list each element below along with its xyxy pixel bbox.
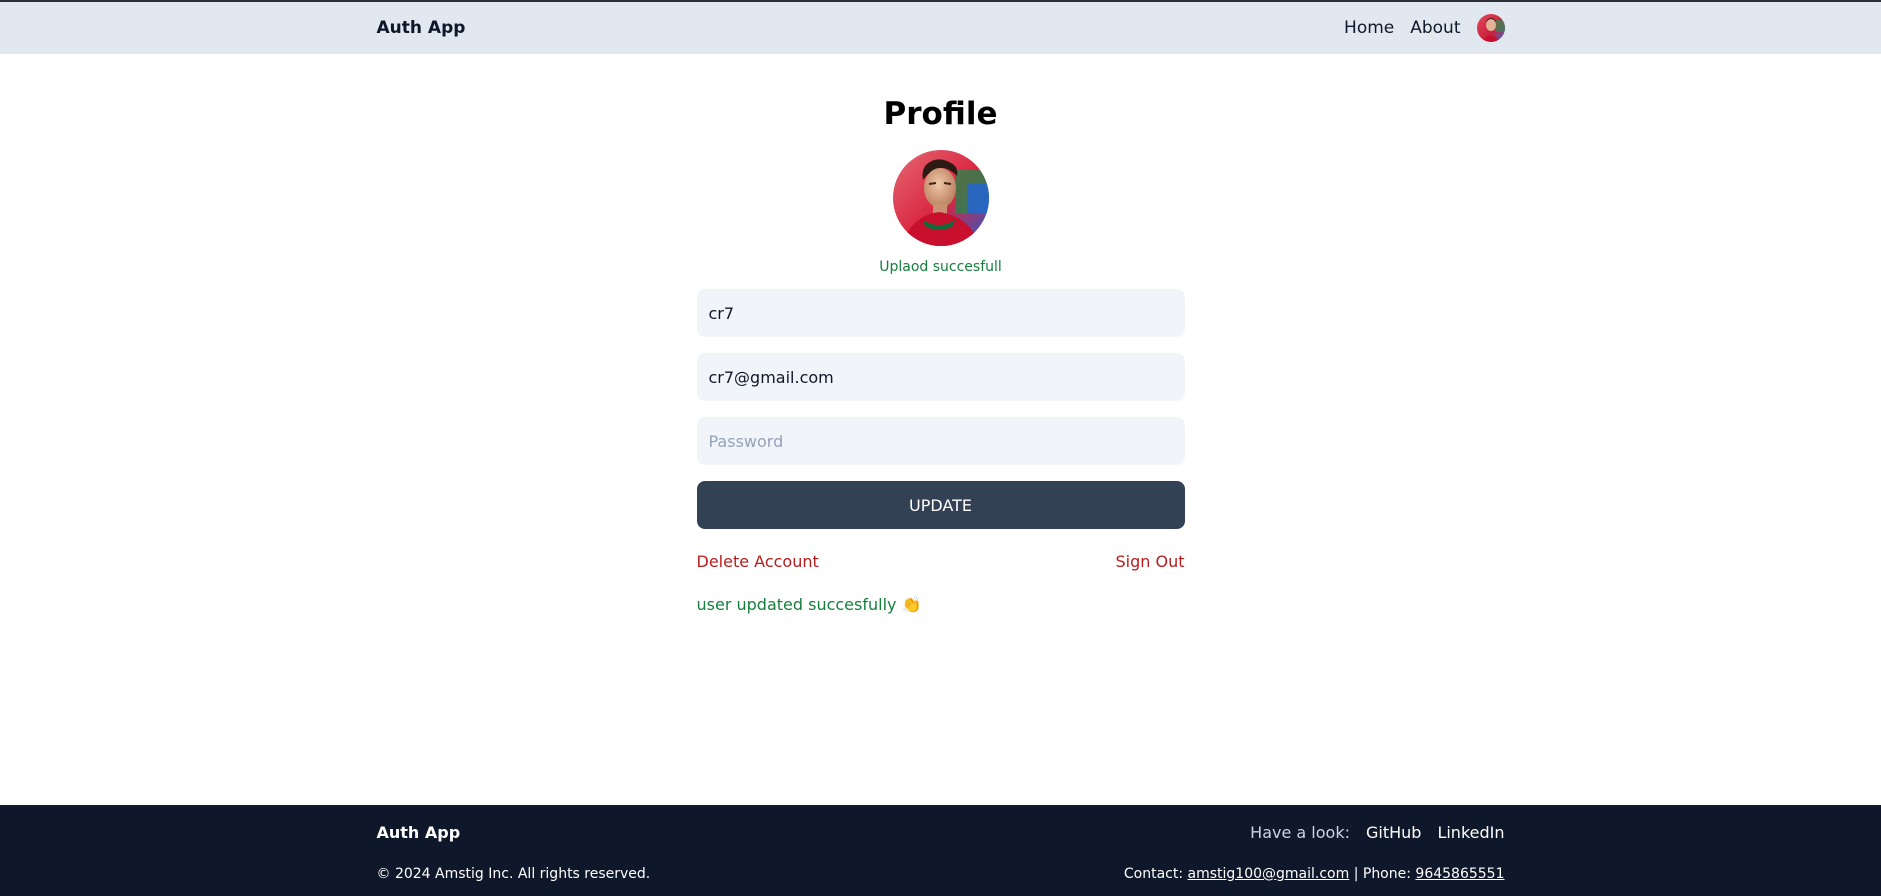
update-button[interactable]: UPDATE [696, 481, 1185, 529]
nav-home-link[interactable]: Home [1344, 18, 1394, 38]
contact-email-link[interactable]: amstig100@gmail.com [1188, 866, 1350, 882]
email-input[interactable] [696, 353, 1185, 401]
top-navbar: Auth App Home About [0, 2, 1881, 54]
site-footer: Auth App Have a look: GitHub LinkedIn © … [0, 805, 1881, 896]
sign-out-link[interactable]: Sign Out [1116, 552, 1185, 571]
password-input[interactable] [696, 417, 1185, 465]
github-link[interactable]: GitHub [1366, 823, 1421, 842]
phone-label: | Phone: [1353, 866, 1411, 882]
footer-top-row: Auth App Have a look: GitHub LinkedIn [377, 823, 1505, 842]
delete-account-link[interactable]: Delete Account [697, 552, 819, 571]
contact-info: Contact: amstig100@gmail.com | Phone: 96… [1124, 866, 1505, 882]
footer-brand: Auth App [376, 823, 461, 842]
update-success-message: user updated succesfully 👏 [696, 595, 922, 614]
navbar-container: Auth App Home About [377, 2, 1505, 54]
profile-main: Profile Uplaod succesfull cr7 cr7@gmail.… [696, 54, 1185, 614]
footer-bottom-row: © 2024 Amstig Inc. All rights reserved. … [377, 866, 1505, 882]
nav-links: Home About [1344, 14, 1505, 42]
user-avatar-icon[interactable] [1476, 14, 1505, 42]
account-actions: Delete Account Sign Out [697, 552, 1185, 571]
linkedin-link[interactable]: LinkedIn [1437, 823, 1504, 842]
have-a-look-label: Have a look: [1250, 823, 1350, 842]
upload-status-text: Uplaod succesfull [879, 259, 1002, 275]
app-brand[interactable]: Auth App [377, 18, 466, 38]
footer-links: Have a look: GitHub LinkedIn [1250, 823, 1504, 842]
contact-label: Contact: [1123, 866, 1184, 882]
username-input[interactable] [696, 289, 1185, 337]
copyright-text: © 2024 Amstig Inc. All rights reserved. [376, 866, 651, 882]
footer-container: Auth App Have a look: GitHub LinkedIn © … [377, 805, 1505, 882]
nav-about-link[interactable]: About [1410, 18, 1460, 38]
page-title: Profile [883, 96, 998, 132]
profile-photo-icon[interactable] [892, 150, 989, 246]
phone-link[interactable]: 9645865551 [1415, 866, 1504, 882]
